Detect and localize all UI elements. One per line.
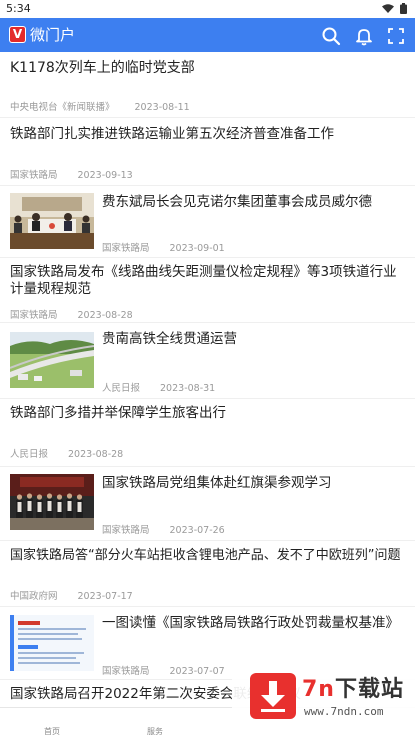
news-title: 贵南高铁全线贯通运营	[102, 331, 237, 347]
site-watermark: 7n下载站 www.7ndn.com	[232, 661, 415, 739]
news-source: 国家铁路局	[102, 666, 150, 677]
news-item[interactable]: 铁路部门扎实推进铁路运输业第五次经济普查准备工作 国家铁路局 2023-09-13	[0, 118, 415, 186]
news-source: 国家铁路局	[10, 170, 58, 181]
infographic-thumb	[10, 615, 94, 671]
news-title: 铁路部门扎实推进铁路运输业第五次经济普查准备工作	[10, 126, 334, 142]
news-title: 费东斌局长会见克诺尔集团董事会成员威尔德	[102, 194, 372, 210]
news-date: 2023-08-28	[68, 449, 124, 460]
news-source: 中央电视台《新闻联播》	[10, 102, 115, 113]
news-source: 国家铁路局	[102, 243, 150, 254]
news-source: 人民日报	[10, 449, 49, 460]
app-title: 微门户	[30, 26, 76, 44]
group-photo	[10, 474, 94, 530]
railway-photo	[10, 332, 94, 388]
news-meta: 国家铁路局 2023-07-26	[102, 522, 225, 536]
battery-icon	[400, 3, 407, 14]
news-title: 国家铁路局发布《线路曲线矢距测量仪检定规程》等3项铁道行业计量规程规范	[10, 264, 397, 297]
news-date: 2023-07-26	[169, 525, 225, 536]
news-title: 国家铁路局党组集体赴红旗渠参观学习	[102, 475, 332, 491]
news-source: 中国政府网	[10, 591, 58, 602]
news-item[interactable]: 费东斌局长会见克诺尔集团董事会成员威尔德 国家铁路局 2023-09-01	[0, 186, 415, 258]
logo-letter: V	[10, 27, 25, 42]
nav-home[interactable]: 首页	[44, 726, 60, 737]
news-date: 2023-08-11	[134, 102, 190, 113]
news-meta: 中央电视台《新闻联播》 2023-08-11	[10, 99, 190, 113]
news-source: 国家铁路局	[102, 525, 150, 536]
news-date: 2023-09-01	[169, 243, 225, 254]
news-date: 2023-07-07	[169, 666, 225, 677]
news-thumbnail	[10, 474, 94, 530]
watermark-url: www.7ndn.com	[304, 705, 384, 718]
watermark-title: 7n下载站	[302, 671, 404, 703]
app-logo: V	[9, 26, 26, 43]
news-date: 2023-08-28	[77, 310, 133, 321]
search-icon[interactable]	[321, 26, 341, 46]
news-meta: 人民日报 2023-08-28	[10, 446, 123, 460]
news-meta: 国家铁路局 2023-07-07	[102, 663, 225, 677]
news-item[interactable]: 国家铁路局答“部分火车站拒收含锂电池产品、发不了中欧班列”问题 中国政府网 202…	[0, 541, 415, 607]
news-meta: 人民日报 2023-08-31	[102, 380, 215, 394]
news-item[interactable]: 铁路部门多措并举保障学生旅客出行 人民日报 2023-08-28	[0, 399, 415, 467]
news-item[interactable]: K1178次列车上的临时党支部 中央电视台《新闻联播》 2023-08-11	[0, 52, 415, 118]
news-meta: 国家铁路局 2023-09-13	[10, 167, 133, 181]
news-source: 国家铁路局	[10, 310, 58, 321]
watermark-rest: 下载站	[334, 677, 404, 702]
news-date: 2023-07-17	[77, 591, 133, 602]
meeting-photo	[10, 193, 94, 249]
status-time: 5:34	[6, 2, 31, 15]
news-item[interactable]: 国家铁路局党组集体赴红旗渠参观学习 国家铁路局 2023-07-26	[0, 467, 415, 541]
news-date: 2023-09-13	[77, 170, 133, 181]
news-meta: 国家铁路局 2023-09-01	[102, 240, 225, 254]
news-item[interactable]: 国家铁路局发布《线路曲线矢距测量仪检定规程》等3项铁道行业计量规程规范 国家铁路…	[0, 258, 415, 323]
news-meta: 中国政府网 2023-07-17	[10, 588, 133, 602]
bell-icon[interactable]	[354, 26, 374, 46]
news-title: 国家铁路局答“部分火车站拒收含锂电池产品、发不了中欧班列”问题	[10, 548, 401, 563]
news-title: 一图读懂《国家铁路局铁路行政处罚裁量权基准》	[102, 615, 399, 631]
news-title: 铁路部门多措并举保障学生旅客出行	[10, 405, 226, 421]
news-thumbnail	[10, 193, 94, 249]
news-meta: 国家铁路局 2023-08-28	[10, 307, 133, 321]
fullscreen-icon[interactable]	[386, 26, 406, 46]
wifi-icon	[382, 3, 394, 13]
watermark-accent: 7n	[302, 677, 335, 702]
news-source: 人民日报	[102, 383, 141, 394]
news-date: 2023-08-31	[160, 383, 216, 394]
news-title: K1178次列车上的临时党支部	[10, 60, 195, 76]
status-icons	[382, 3, 407, 14]
status-bar: 5:34	[0, 0, 415, 18]
app-bar: V 微门户	[0, 18, 415, 52]
news-feed[interactable]: K1178次列车上的临时党支部 中央电视台《新闻联播》 2023-08-11 铁路…	[0, 52, 415, 707]
news-thumbnail	[10, 615, 94, 671]
news-item[interactable]: 贵南高铁全线贯通运营 人民日报 2023-08-31	[0, 323, 415, 399]
download-arrow-icon	[250, 673, 296, 719]
nav-service[interactable]: 服务	[147, 726, 163, 737]
news-thumbnail	[10, 332, 94, 388]
